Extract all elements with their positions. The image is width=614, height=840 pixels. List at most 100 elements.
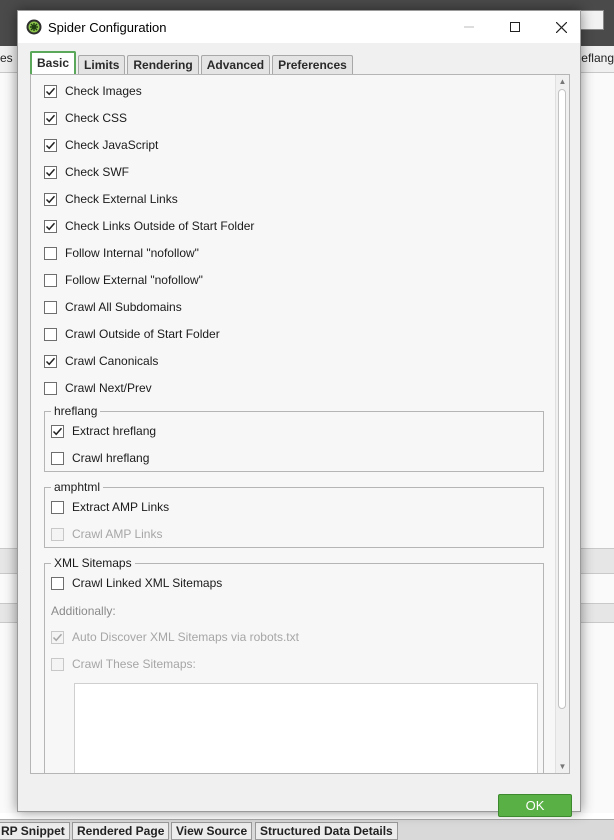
option-crawl-linked-xml-sitemaps[interactable]: Crawl Linked XML Sitemaps <box>51 574 222 592</box>
option-crawl-hreflang[interactable]: Crawl hreflang <box>51 449 149 467</box>
spider-icon <box>26 19 42 35</box>
checkbox[interactable] <box>44 300 57 314</box>
option-auto-discover-xml-sitemaps: Auto Discover XML Sitemaps via robots.tx… <box>51 628 299 646</box>
checkbox[interactable] <box>51 424 64 438</box>
checkbox[interactable] <box>44 138 57 152</box>
checkbox <box>51 527 64 541</box>
option-check-javascript[interactable]: Check JavaScript <box>44 136 158 154</box>
checkbox[interactable] <box>44 111 57 125</box>
option-check-css[interactable]: Check CSS <box>44 109 127 127</box>
bottom-tab-structured-data[interactable]: Structured Data Details <box>255 822 398 840</box>
minimize-icon <box>464 26 474 28</box>
checkbox <box>51 630 64 644</box>
check-icon <box>45 222 56 230</box>
option-label: Crawl Outside of Start Folder <box>65 327 220 341</box>
tab-limits[interactable]: Limits <box>78 55 126 74</box>
scroll-down-icon[interactable]: ▼ <box>556 760 569 773</box>
option-follow-internal-nofollow[interactable]: Follow Internal "nofollow" <box>44 244 199 262</box>
option-crawl-these-sitemaps: Crawl These Sitemaps: <box>51 655 196 673</box>
check-icon <box>52 427 63 435</box>
vertical-scrollbar[interactable]: ▲ ▼ <box>555 75 569 773</box>
checkbox[interactable] <box>44 327 57 341</box>
option-label: Check External Links <box>65 192 178 206</box>
tab-advanced[interactable]: Advanced <box>200 55 271 74</box>
tab-rendering[interactable]: Rendering <box>127 55 199 74</box>
option-extract-amp-links[interactable]: Extract AMP Links <box>51 498 169 516</box>
bottom-tab-view-source[interactable]: View Source <box>171 822 253 840</box>
check-icon <box>45 168 56 176</box>
option-label: Crawl All Subdomains <box>65 300 182 314</box>
bottom-tab-rendered-page[interactable]: Rendered Page <box>72 822 170 840</box>
background-tab-left[interactable]: es <box>0 51 13 65</box>
basic-tab-panel: Check Images Check CSS Check JavaScript … <box>30 74 570 774</box>
option-label: Crawl Canonicals <box>65 354 159 368</box>
scroll-thumb[interactable] <box>558 89 566 709</box>
option-check-external-links[interactable]: Check External Links <box>44 190 178 208</box>
group-legend: amphtml <box>51 480 104 494</box>
option-label: Extract hreflang <box>72 424 157 438</box>
option-crawl-outside-start-folder[interactable]: Crawl Outside of Start Folder <box>44 325 220 343</box>
dialog-titlebar[interactable]: Spider Configuration <box>18 11 580 43</box>
option-check-swf[interactable]: Check SWF <box>44 163 129 181</box>
background-tab-right[interactable]: eflang <box>581 51 614 65</box>
check-icon <box>45 141 56 149</box>
option-crawl-amp-links: Crawl AMP Links <box>51 525 162 543</box>
tab-preferences[interactable]: Preferences <box>272 55 353 74</box>
option-label: Crawl AMP Links <box>72 527 163 541</box>
checkbox[interactable] <box>44 246 57 260</box>
option-label: Crawl Next/Prev <box>65 381 152 395</box>
option-crawl-canonicals[interactable]: Crawl Canonicals <box>44 352 158 370</box>
check-icon <box>52 633 63 641</box>
spider-configuration-dialog: Spider Configuration Basic Limits Render… <box>17 10 581 817</box>
check-icon <box>45 195 56 203</box>
group-legend: XML Sitemaps <box>51 556 135 570</box>
checkbox[interactable] <box>51 576 64 590</box>
option-label: Auto Discover XML Sitemaps via robots.tx… <box>72 630 299 644</box>
checkbox[interactable] <box>44 219 57 233</box>
checkbox[interactable] <box>44 273 57 287</box>
background-bottom-tabs: RP Snippet Rendered Page View Source Str… <box>0 819 614 840</box>
checkbox[interactable] <box>44 381 57 395</box>
check-icon <box>45 87 56 95</box>
maximize-button[interactable] <box>492 11 538 43</box>
close-button[interactable] <box>538 11 584 43</box>
option-crawl-all-subdomains[interactable]: Crawl All Subdomains <box>44 298 182 316</box>
additionally-label: Additionally: <box>51 604 116 618</box>
option-label: Crawl hreflang <box>72 451 150 465</box>
xml-sitemaps-group: XML Sitemaps Crawl Linked XML Sitemaps A… <box>44 556 544 773</box>
option-extract-hreflang[interactable]: Extract hreflang <box>51 422 156 440</box>
option-follow-external-nofollow[interactable]: Follow External "nofollow" <box>44 271 203 289</box>
hreflang-group: hreflang Extract hreflang Crawl hreflang <box>44 404 544 472</box>
minimize-button[interactable] <box>446 11 492 43</box>
dialog-title: Spider Configuration <box>48 20 167 35</box>
ok-button[interactable]: OK <box>498 794 572 817</box>
option-label: Check SWF <box>65 165 130 179</box>
checkbox <box>51 657 64 671</box>
option-label: Extract AMP Links <box>72 500 170 514</box>
checkbox[interactable] <box>51 500 64 514</box>
checkbox[interactable] <box>51 451 64 465</box>
checkbox[interactable] <box>44 192 57 206</box>
option-label: Check CSS <box>65 111 128 125</box>
check-icon <box>45 357 56 365</box>
checkbox[interactable] <box>44 165 57 179</box>
close-icon <box>555 21 567 33</box>
tab-basic[interactable]: Basic <box>30 51 77 74</box>
checkbox[interactable] <box>44 84 57 98</box>
scroll-up-icon[interactable]: ▲ <box>556 75 569 88</box>
option-crawl-next-prev[interactable]: Crawl Next/Prev <box>44 379 152 397</box>
option-label: Follow Internal "nofollow" <box>65 246 199 260</box>
bottom-tab-serp-snippet[interactable]: RP Snippet <box>0 822 70 840</box>
option-label: Check Links Outside of Start Folder <box>65 219 255 233</box>
maximize-icon <box>510 22 520 32</box>
option-label: Crawl Linked XML Sitemaps <box>72 576 223 590</box>
option-label: Check Images <box>65 84 142 98</box>
option-label: Crawl These Sitemaps: <box>72 657 196 671</box>
config-tabs: Basic Limits Rendering Advanced Preferen… <box>30 51 355 74</box>
option-check-links-outside-start-folder[interactable]: Check Links Outside of Start Folder <box>44 217 254 235</box>
sitemaps-textarea <box>74 683 538 773</box>
checkbox[interactable] <box>44 354 57 368</box>
option-label: Check JavaScript <box>65 138 159 152</box>
option-label: Follow External "nofollow" <box>65 273 203 287</box>
option-check-images[interactable]: Check Images <box>44 82 142 100</box>
